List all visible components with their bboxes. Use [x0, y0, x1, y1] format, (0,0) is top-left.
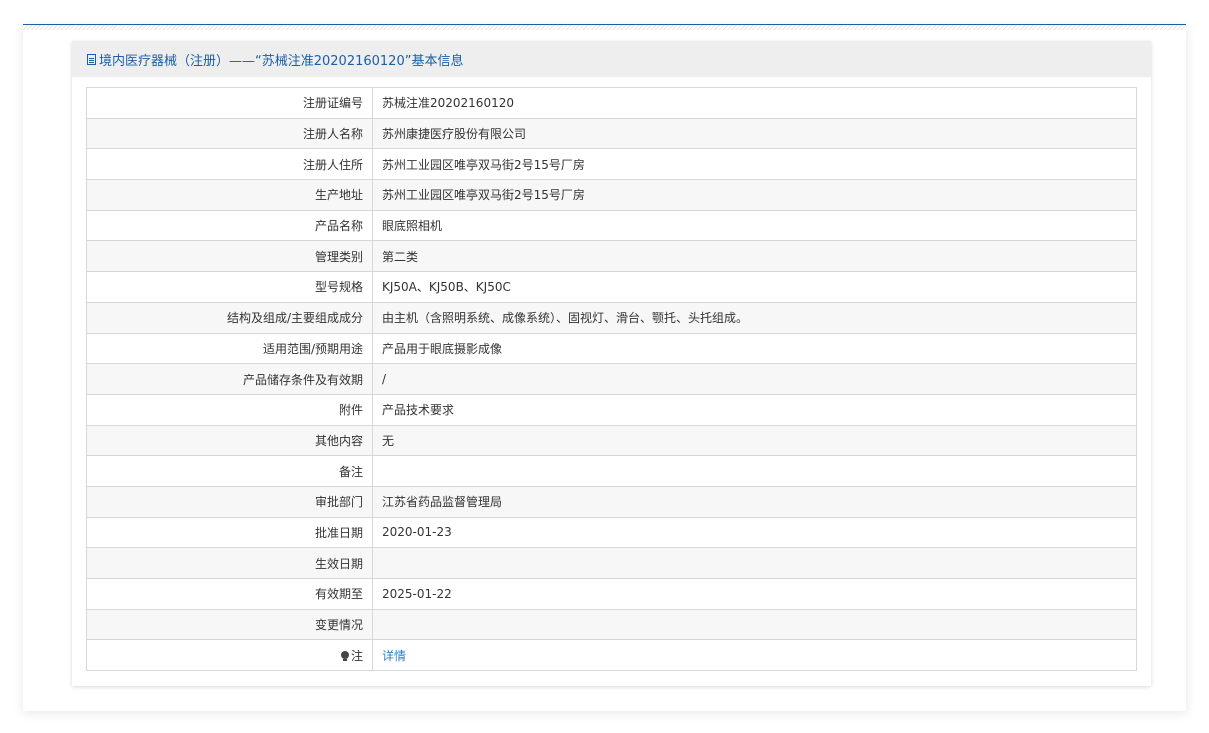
bulb-icon: [340, 650, 349, 661]
row-label: 注册证编号: [86, 87, 373, 119]
row-label: 管理类别: [86, 240, 373, 273]
row-value: 由主机（含照明系统、成像系统）、固视灯、滑台、颚托、头托组成。: [372, 301, 1137, 334]
table-row: 注册证编号 苏械注准20202160120: [86, 87, 1137, 119]
note-value-cell: 详情: [372, 639, 1137, 672]
row-value: 产品用于眼底摄影成像: [372, 332, 1137, 365]
info-table: 注册证编号 苏械注准20202160120 注册人名称 苏州康捷医疗股份有限公司…: [86, 87, 1137, 672]
table-row: 结构及组成/主要组成成分 由主机（含照明系统、成像系统）、固视灯、滑台、颚托、头…: [86, 301, 1137, 334]
row-value: [372, 608, 1137, 641]
row-value: [372, 547, 1137, 579]
table-row: 注册人住所 苏州工业园区唯亭双马街2号15号厂房: [86, 148, 1137, 181]
row-value: 苏械注准20202160120: [372, 87, 1137, 119]
row-label: 生产地址: [86, 179, 373, 211]
row-value: 第二类: [372, 240, 1137, 273]
page-container: 境内医疗器械（注册）——“苏械注准20202160120”基本信息 注册证编号 …: [23, 24, 1186, 711]
row-label: 批准日期: [86, 516, 373, 549]
row-value: [372, 455, 1137, 487]
table-row: 注册人名称 苏州康捷医疗股份有限公司: [86, 117, 1137, 150]
row-value: 江苏省药品监督管理局: [372, 485, 1137, 518]
table-row: 产品名称 眼底照相机: [86, 209, 1137, 242]
hatch-divider: [23, 25, 1186, 30]
table-row: 其他内容 无: [86, 424, 1137, 457]
row-label: 产品储存条件及有效期: [86, 363, 373, 395]
row-label: 产品名称: [86, 209, 373, 242]
row-label: 注册人住所: [86, 148, 373, 181]
table-row: 变更情况: [86, 608, 1137, 641]
row-label: 备注: [86, 455, 373, 487]
table-row: 生产地址 苏州工业园区唯亭双马街2号15号厂房: [86, 179, 1137, 211]
row-label: 适用范围/预期用途: [86, 332, 373, 365]
row-label: 变更情况: [86, 608, 373, 641]
row-label: 审批部门: [86, 485, 373, 518]
row-value: 眼底照相机: [372, 209, 1137, 242]
table-row: 审批部门 江苏省药品监督管理局: [86, 485, 1137, 518]
row-value: /: [372, 363, 1137, 395]
table-row: 生效日期: [86, 547, 1137, 579]
info-panel: 境内医疗器械（注册）——“苏械注准20202160120”基本信息 注册证编号 …: [72, 41, 1151, 686]
row-value: KJ50A、KJ50B、KJ50C: [372, 271, 1137, 303]
row-label: 附件: [86, 393, 373, 426]
table-row: 有效期至 2025-01-22: [86, 578, 1137, 610]
table-row: 批准日期 2020-01-23: [86, 516, 1137, 549]
table-row-note: 注 详情: [86, 639, 1137, 672]
row-label: 注册人名称: [86, 117, 373, 150]
note-label: 注: [350, 648, 363, 663]
row-value: 2020-01-23: [372, 516, 1137, 549]
row-value: 苏州康捷医疗股份有限公司: [372, 117, 1137, 150]
panel-header: 境内医疗器械（注册）——“苏械注准20202160120”基本信息: [72, 41, 1151, 77]
row-label: 生效日期: [86, 547, 373, 579]
row-label: 结构及组成/主要组成成分: [86, 301, 373, 334]
row-value: 无: [372, 424, 1137, 457]
table-row: 产品储存条件及有效期 /: [86, 363, 1137, 395]
row-label: 型号规格: [86, 271, 373, 303]
row-label: 其他内容: [86, 424, 373, 457]
table-row: 附件 产品技术要求: [86, 393, 1137, 426]
table-row: 管理类别 第二类: [86, 240, 1137, 273]
table-row: 型号规格 KJ50A、KJ50B、KJ50C: [86, 271, 1137, 303]
document-icon: [87, 53, 96, 65]
table-row: 适用范围/预期用途 产品用于眼底摄影成像: [86, 332, 1137, 365]
row-label: 有效期至: [86, 578, 373, 610]
row-value: 苏州工业园区唯亭双马街2号15号厂房: [372, 179, 1137, 211]
note-label-cell: 注: [86, 639, 373, 672]
panel-title: 境内医疗器械（注册）——“苏械注准20202160120”基本信息: [99, 53, 464, 69]
details-link[interactable]: 详情: [382, 649, 406, 663]
row-value: 2025-01-22: [372, 578, 1137, 610]
table-row: 备注: [86, 455, 1137, 487]
row-value: 苏州工业园区唯亭双马街2号15号厂房: [372, 148, 1137, 181]
row-value: 产品技术要求: [372, 393, 1137, 426]
